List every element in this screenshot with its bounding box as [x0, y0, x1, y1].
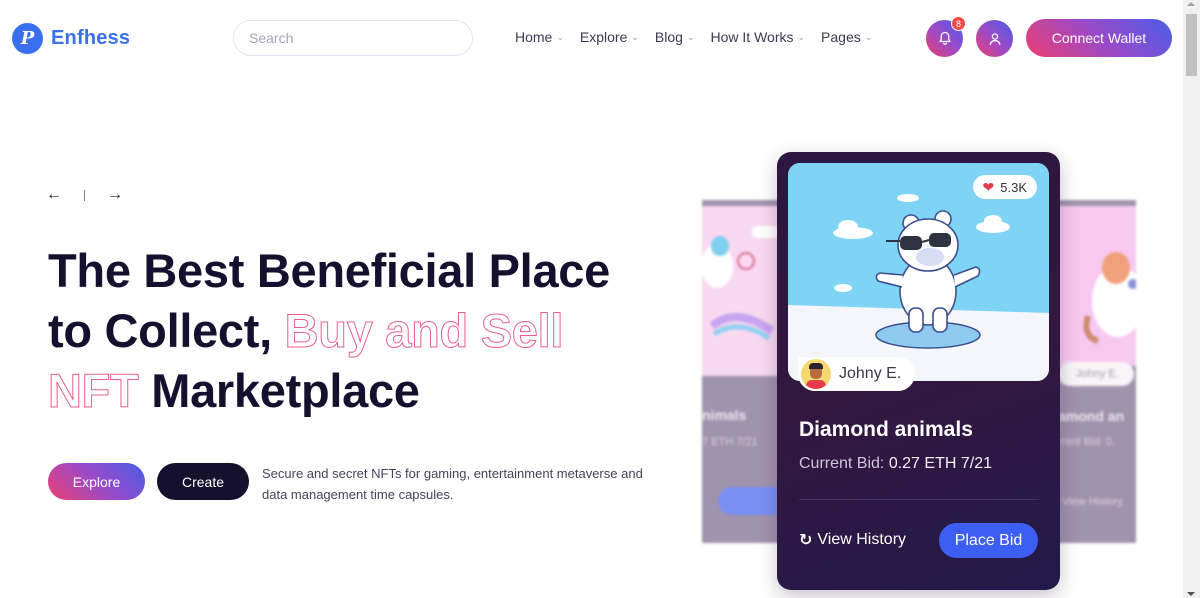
- slider-controls: ← →: [46, 186, 123, 204]
- side-card-bid: 7 ETH 7/21: [702, 436, 758, 448]
- chevron-down-icon: ⌄: [631, 32, 639, 42]
- cat-illustration-icon: [1083, 252, 1136, 344]
- search-input[interactable]: [233, 20, 473, 56]
- nav-item-home[interactable]: Home ⌄: [515, 29, 564, 45]
- hero-headline: The Best Beneficial Place to Collect, Bu…: [47, 241, 610, 421]
- nft-image-unicorn: [702, 206, 782, 376]
- page-scrollbar[interactable]: [1183, 0, 1200, 598]
- current-bid: Current Bid: 0.27 ETH 7/21: [799, 455, 992, 473]
- nav-item-pages[interactable]: Pages ⌄: [821, 29, 872, 45]
- headline-line-2: to Collect, Buy and Sell: [48, 301, 610, 361]
- chevron-down-icon: ⌄: [864, 32, 873, 42]
- side-card-owner: Johny E.: [1076, 368, 1119, 380]
- connect-wallet-button[interactable]: Connect Wallet: [1026, 19, 1172, 57]
- side-card-bid: rrent Bid: 0.: [1058, 436, 1115, 448]
- owner-name: Johny E.: [839, 365, 902, 382]
- slider-separator: [84, 189, 85, 201]
- chevron-down-icon: ⌄: [797, 32, 806, 42]
- scrollbar-thumb[interactable]: [1186, 14, 1197, 76]
- nft-image[interactable]: ❤ 5.3K: [788, 163, 1049, 381]
- owner-tag[interactable]: Johny E.: [798, 357, 916, 391]
- featured-nft-card: ❤ 5.3K Johny E. Diamond animals Current …: [777, 152, 1060, 590]
- create-button[interactable]: Create: [157, 463, 249, 500]
- headline-line-1: The Best Beneficial Place: [48, 244, 610, 297]
- refresh-icon: ↻: [799, 532, 813, 549]
- owner-avatar: [801, 359, 831, 389]
- nav-item-how-it-works[interactable]: How It Works ⌄: [711, 29, 806, 45]
- notification-badge: 8: [951, 16, 966, 31]
- place-bid-button[interactable]: Place Bid: [939, 523, 1038, 558]
- notifications-button[interactable]: 8: [926, 16, 966, 57]
- nft-image-cat: [1058, 206, 1136, 366]
- scroll-down-arrow-icon[interactable]: [1187, 592, 1195, 596]
- side-card-title: amond an: [1058, 408, 1125, 424]
- main-nav: Home ⌄ Explore ⌄ Blog ⌄ How It Works ⌄ P…: [515, 29, 872, 45]
- top-navbar: P Enfhess Home ⌄ Explore ⌄ Blog ⌄ How It…: [0, 0, 1183, 76]
- nav-label: Home: [515, 29, 553, 45]
- bid-label: Current Bid:: [799, 455, 889, 472]
- like-count: 5.3K: [1000, 179, 1027, 195]
- nav-item-explore[interactable]: Explore ⌄: [580, 29, 639, 45]
- bell-icon: [938, 31, 951, 45]
- explore-button[interactable]: Explore: [48, 463, 145, 500]
- logo-icon: P: [12, 23, 43, 54]
- user-icon: [989, 32, 1000, 45]
- profile-button[interactable]: [976, 20, 1013, 57]
- arrow-left-icon[interactable]: ←: [46, 186, 62, 204]
- logo[interactable]: P Enfhess: [12, 23, 130, 54]
- side-card-history: View History: [1062, 496, 1123, 508]
- carousel-card-next[interactable]: Johny E. amond an rrent Bid: 0. View His…: [1058, 200, 1136, 543]
- card-divider: [799, 499, 1039, 500]
- nav-label: Blog: [654, 29, 683, 45]
- heart-icon: ❤: [982, 178, 995, 195]
- headline-line-3: NFT Marketplace: [47, 361, 610, 421]
- carousel-card-previous[interactable]: nimals 7 ETH 7/21: [702, 200, 782, 543]
- nav-label: How It Works: [710, 29, 794, 45]
- unicorn-illustration-icon: [702, 226, 782, 341]
- nav-label: Pages: [821, 29, 861, 45]
- headline-solid-text: Marketplace: [138, 364, 420, 417]
- nav-item-blog[interactable]: Blog ⌄: [655, 29, 695, 45]
- arrow-right-icon[interactable]: →: [107, 186, 123, 204]
- nav-label: Explore: [579, 29, 628, 45]
- side-card-title: nimals: [702, 407, 747, 423]
- like-badge[interactable]: ❤ 5.3K: [972, 175, 1037, 199]
- nft-title: Diamond animals: [799, 418, 973, 441]
- scroll-up-arrow-icon[interactable]: [1187, 2, 1195, 6]
- headline-outline-text: NFT: [47, 364, 139, 418]
- chevron-down-icon: ⌄: [556, 32, 564, 42]
- logo-text: Enfhess: [51, 27, 131, 49]
- hero-description: Secure and secret NFTs for gaming, enter…: [262, 466, 643, 502]
- view-history-label: View History: [817, 531, 907, 548]
- headline-solid-text: to Collect,: [48, 304, 285, 357]
- bid-value: 0.27 ETH 7/21: [888, 455, 992, 472]
- side-place-bid-button: [718, 487, 782, 515]
- headline-outline-text: Buy and Sell: [284, 304, 564, 358]
- view-history-link[interactable]: ↻ View History: [799, 530, 906, 550]
- chevron-down-icon: ⌄: [686, 32, 695, 42]
